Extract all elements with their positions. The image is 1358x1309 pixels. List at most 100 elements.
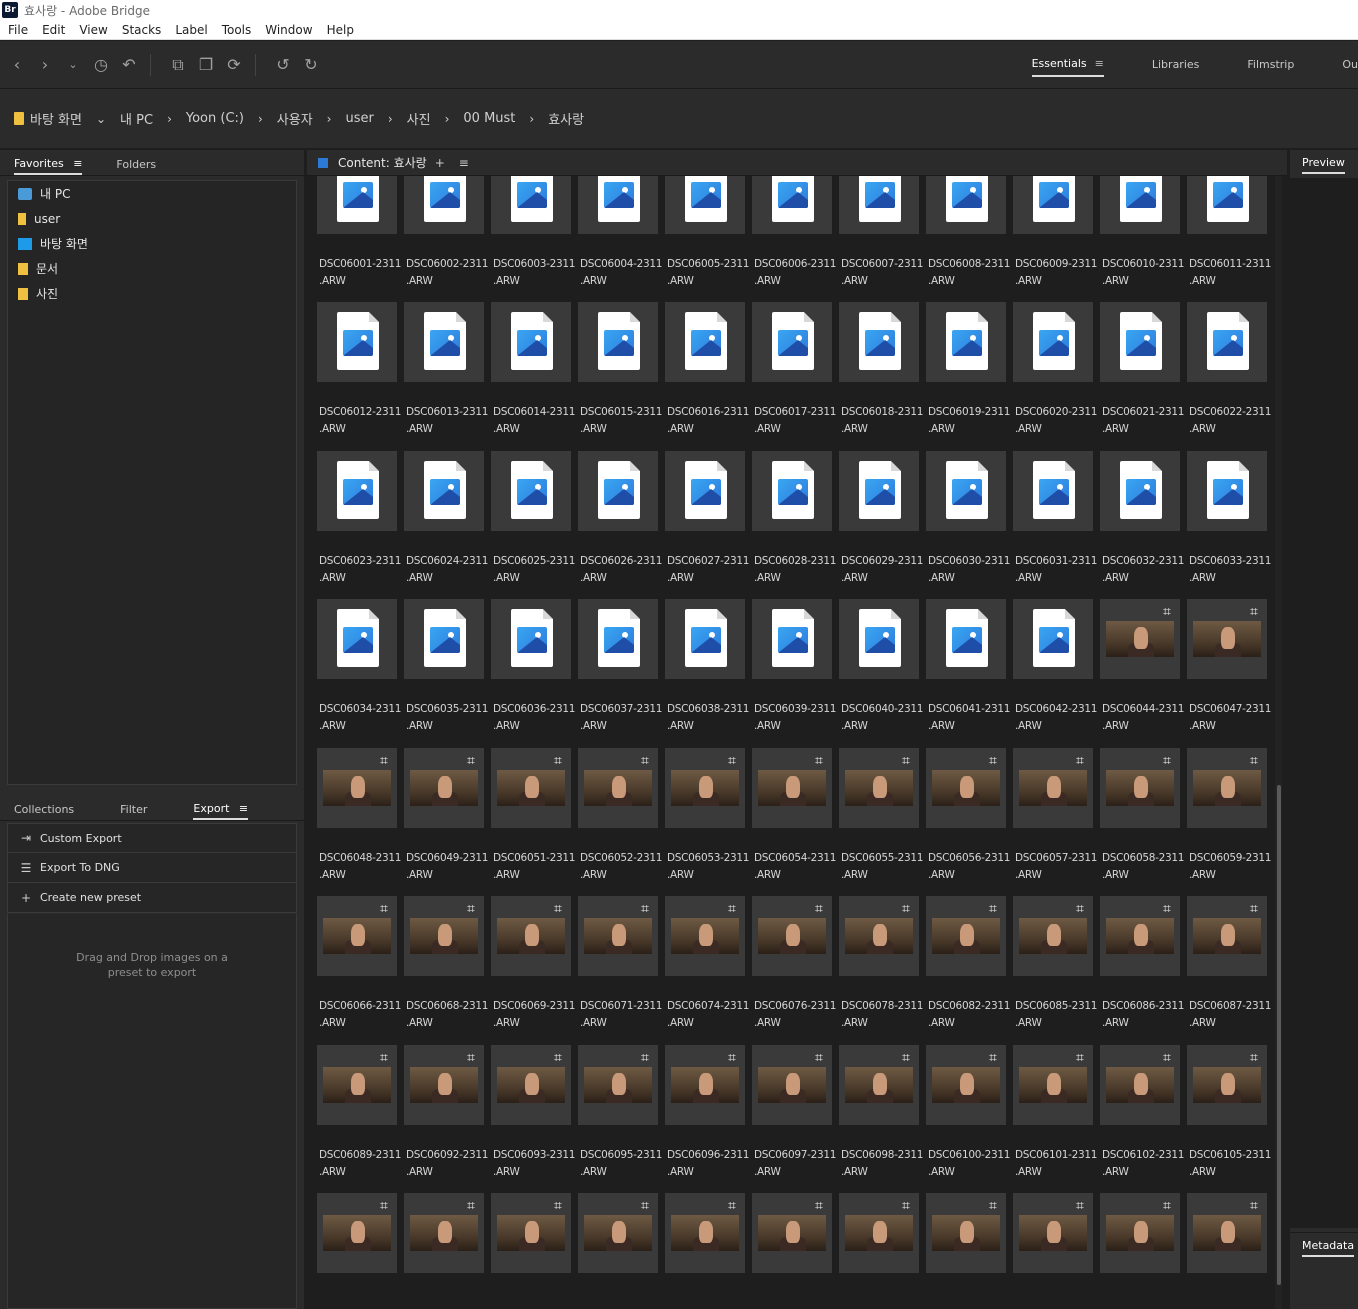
workspace-essentials[interactable]: Essentials ≡ (1031, 53, 1104, 77)
tab-folders[interactable]: Folders (116, 158, 156, 175)
chevron-right-icon[interactable]: › (529, 112, 534, 126)
thumbnail-item[interactable]: ⌗ DSC06098-2311 .ARW (839, 1044, 923, 1185)
thumbnail-item[interactable]: ⌗ (1100, 1193, 1180, 1309)
thumbnail-image[interactable] (404, 450, 484, 531)
thumbnail-item[interactable]: ⌗ DSC06085-2311 .ARW (1013, 896, 1097, 1036)
thumbnail-image[interactable]: ⌗ (404, 1044, 484, 1125)
thumbnail-item[interactable]: ⌗ DSC06100-2311 .ARW (926, 1044, 1010, 1185)
thumbnail-item[interactable]: DSC06023-2311 .ARW (317, 450, 401, 591)
thumbnail-image[interactable] (665, 599, 745, 679)
menu-tools[interactable]: Tools (222, 23, 252, 37)
thumbnail-image[interactable] (839, 599, 919, 679)
thumbnail-image[interactable]: ⌗ (1187, 896, 1267, 976)
thumbnail-image[interactable] (491, 302, 571, 382)
thumbnail-image[interactable]: ⌗ (926, 896, 1006, 976)
recent-history-icon[interactable]: ◷ (90, 54, 112, 76)
chevron-right-icon[interactable]: › (258, 112, 263, 126)
thumbnail-item[interactable]: ⌗ DSC06105-2311 .ARW (1187, 1044, 1271, 1185)
favorite-item-pc[interactable]: 내 PC (8, 181, 296, 206)
breadcrumb-desktop[interactable]: 바탕 화면 ⌄ (14, 109, 106, 128)
thumbnail-item[interactable]: ⌗ DSC06057-2311 .ARW (1013, 747, 1097, 888)
thumbnail-item[interactable]: DSC06014-2311 .ARW (491, 302, 575, 442)
thumbnail-item[interactable]: DSC06011-2311 .ARW (1187, 176, 1271, 294)
thumbnail-image[interactable]: ⌗ (752, 896, 832, 976)
thumbnail-item[interactable]: DSC06002-2311 .ARW (404, 176, 488, 294)
menu-view[interactable]: View (79, 23, 107, 37)
thumbnail-image[interactable] (926, 176, 1006, 234)
thumbnail-image[interactable] (839, 176, 919, 234)
thumbnail-image[interactable]: ⌗ (752, 1193, 832, 1273)
workspace-output[interactable]: Ou (1342, 54, 1358, 75)
thumbnail-image[interactable]: ⌗ (317, 1044, 397, 1125)
breadcrumb-current[interactable]: 효사랑 (548, 109, 584, 128)
thumbnail-item[interactable]: DSC06027-2311 .ARW (665, 450, 749, 591)
thumbnail-item[interactable]: ⌗ DSC06054-2311 .ARW (752, 747, 836, 888)
thumbnail-image[interactable]: ⌗ (926, 747, 1006, 828)
thumbnail-image[interactable]: ⌗ (1187, 599, 1267, 679)
chevron-right-icon[interactable]: › (445, 112, 450, 126)
thumbnail-item[interactable]: DSC06026-2311 .ARW (578, 450, 662, 591)
thumbnail-item[interactable]: DSC06018-2311 .ARW (839, 302, 923, 442)
thumbnail-image[interactable]: ⌗ (317, 747, 397, 828)
thumbnail-item[interactable]: ⌗ DSC06052-2311 .ARW (578, 747, 662, 888)
thumbnail-item[interactable]: DSC06033-2311 .ARW (1187, 450, 1271, 591)
thumbnail-image[interactable]: ⌗ (1013, 747, 1093, 828)
thumbnail-item[interactable]: DSC06012-2311 .ARW (317, 302, 401, 442)
thumbnail-item[interactable]: DSC06007-2311 .ARW (839, 176, 923, 294)
add-tab-icon[interactable]: + (435, 156, 445, 170)
thumbnail-item[interactable]: ⌗ DSC06089-2311 .ARW (317, 1044, 401, 1185)
menu-label[interactable]: Label (175, 23, 207, 37)
tab-metadata[interactable]: Metadata (1302, 1239, 1355, 1257)
favorite-item-desktop[interactable]: 바탕 화면 (8, 231, 296, 256)
thumbnail-item[interactable]: DSC06020-2311 .ARW (1013, 302, 1097, 442)
thumbnail-item[interactable]: ⌗ DSC06086-2311 .ARW (1100, 896, 1184, 1036)
thumbnail-item[interactable]: ⌗ DSC06066-2311 .ARW (317, 896, 401, 1036)
thumbnail-item[interactable]: ⌗ DSC06096-2311 .ARW (665, 1044, 749, 1185)
thumbnail-image[interactable] (1187, 176, 1267, 234)
thumbnail-image[interactable] (665, 176, 745, 234)
thumbnail-image[interactable]: ⌗ (665, 1044, 745, 1125)
thumbnail-image[interactable] (1013, 450, 1093, 531)
thumbnail-item[interactable]: ⌗ (578, 1193, 658, 1309)
thumbnail-item[interactable]: DSC06001-2311 .ARW (317, 176, 401, 294)
thumbnail-item[interactable]: ⌗ DSC06069-2311 .ARW (491, 896, 575, 1036)
thumbnail-item[interactable]: ⌗ DSC06047-2311 .ARW (1187, 599, 1271, 739)
thumbnail-item[interactable]: DSC06016-2311 .ARW (665, 302, 749, 442)
thumbnail-image[interactable] (491, 450, 571, 531)
thumbnail-item[interactable]: DSC06029-2311 .ARW (839, 450, 923, 591)
thumbnail-item[interactable]: DSC06013-2311 .ARW (404, 302, 488, 442)
thumbnail-image[interactable] (1100, 176, 1180, 234)
thumbnail-image[interactable]: ⌗ (1013, 1044, 1093, 1125)
batch-copy-icon[interactable]: ❐ (195, 54, 217, 76)
thumbnail-image[interactable] (1187, 302, 1267, 382)
thumbnail-image[interactable]: ⌗ (578, 896, 658, 976)
thumbnail-image[interactable] (491, 599, 571, 679)
breadcrumb-pc[interactable]: 내 PC (120, 109, 153, 128)
menu-edit[interactable]: Edit (42, 23, 65, 37)
thumbnail-item[interactable]: DSC06017-2311 .ARW (752, 302, 836, 442)
thumbnail-image[interactable] (578, 599, 658, 679)
favorite-item-documents[interactable]: 문서 (8, 256, 296, 281)
scrollbar-thumb[interactable] (1277, 785, 1281, 1285)
thumbnail-image[interactable]: ⌗ (404, 747, 484, 828)
thumbnail-item[interactable]: DSC06041-2311 .ARW (926, 599, 1010, 739)
thumbnail-item[interactable]: DSC06030-2311 .ARW (926, 450, 1010, 591)
tab-filter[interactable]: Filter (120, 803, 147, 820)
thumbnail-image[interactable] (578, 176, 658, 234)
thumbnail-item[interactable]: DSC06004-2311 .ARW (578, 176, 662, 294)
thumbnail-image[interactable] (1013, 176, 1093, 234)
thumbnail-image[interactable]: ⌗ (752, 1044, 832, 1125)
thumbnail-image[interactable]: ⌗ (926, 1044, 1006, 1125)
thumbnail-item[interactable]: DSC06028-2311 .ARW (752, 450, 836, 591)
thumbnail-image[interactable] (404, 302, 484, 382)
get-photos-camera-icon[interactable]: ⧉ (167, 54, 189, 76)
return-to-photoshop-icon[interactable]: ↶ (118, 54, 140, 76)
menu-stacks[interactable]: Stacks (122, 23, 161, 37)
thumbnail-image[interactable] (665, 302, 745, 382)
thumbnail-item[interactable]: DSC06037-2311 .ARW (578, 599, 662, 739)
thumbnail-image[interactable] (1013, 302, 1093, 382)
thumbnail-item[interactable]: ⌗ DSC06071-2311 .ARW (578, 896, 662, 1036)
thumbnail-image[interactable]: ⌗ (491, 1193, 571, 1273)
thumbnail-image[interactable] (665, 450, 745, 531)
export-drop-zone[interactable]: Drag and Drop images on a preset to expo… (7, 914, 297, 1309)
